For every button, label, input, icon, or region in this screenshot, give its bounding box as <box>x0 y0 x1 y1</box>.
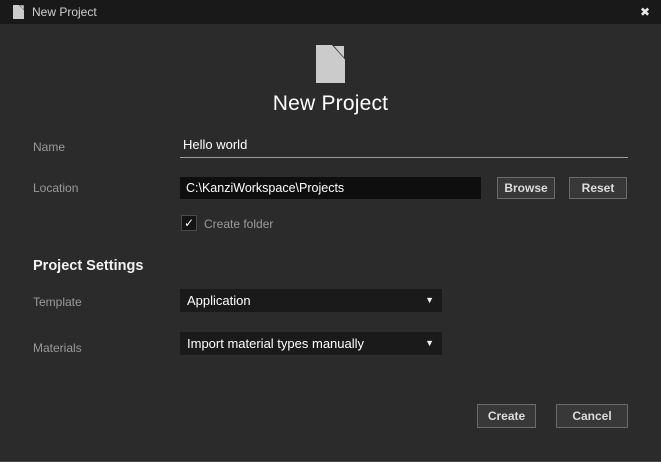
new-project-dialog: New Project ✖ New Project Name Location … <box>0 0 661 462</box>
materials-dropdown-value: Import material types manually <box>187 336 365 351</box>
create-folder-label[interactable]: Create folder <box>204 217 273 231</box>
cancel-button[interactable]: Cancel <box>556 404 628 428</box>
titlebar: New Project ✖ <box>0 0 661 24</box>
chevron-down-icon: ▼ <box>425 295 434 305</box>
create-button[interactable]: Create <box>477 404 536 428</box>
template-label: Template <box>33 295 82 309</box>
materials-label: Materials <box>33 341 82 355</box>
close-icon[interactable]: ✖ <box>634 2 656 22</box>
materials-dropdown[interactable]: Import material types manually ▼ <box>180 332 442 355</box>
browse-button[interactable]: Browse <box>497 177 555 199</box>
create-folder-checkbox[interactable]: ✓ <box>181 215 197 231</box>
section-title: Project Settings <box>33 258 144 274</box>
document-icon <box>13 5 24 19</box>
template-dropdown-value: Application <box>187 293 251 308</box>
location-label: Location <box>33 181 79 195</box>
chevron-down-icon: ▼ <box>425 338 434 348</box>
location-input[interactable] <box>180 177 481 199</box>
document-icon <box>316 45 345 83</box>
name-input[interactable] <box>180 135 628 158</box>
name-label: Name <box>33 140 66 154</box>
window-title: New Project <box>32 5 97 19</box>
template-dropdown[interactable]: Application ▼ <box>180 289 442 312</box>
reset-button[interactable]: Reset <box>569 177 627 199</box>
page-title: New Project <box>272 92 389 115</box>
